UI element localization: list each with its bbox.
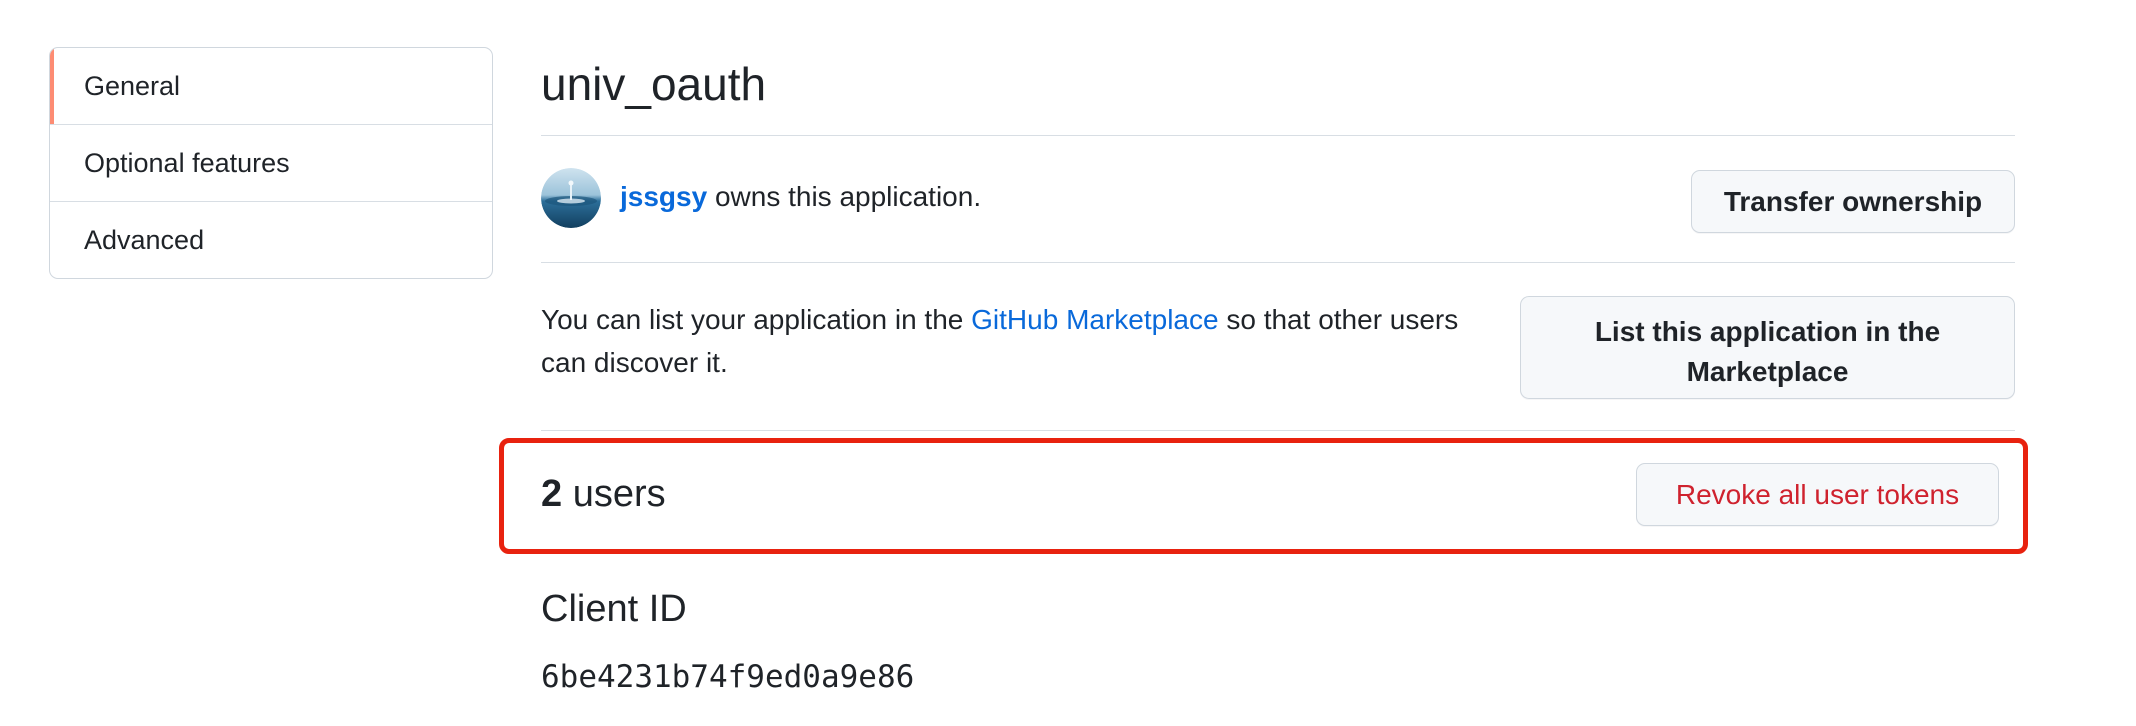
owner-username-link[interactable]: jssgsy [620, 181, 707, 212]
highlight-annotation-box [499, 438, 2028, 554]
marketplace-text-before: You can list your application in the [541, 304, 972, 335]
github-marketplace-link[interactable]: GitHub Marketplace [971, 304, 1218, 335]
avatar[interactable] [541, 168, 601, 228]
page-title: univ_oauth [541, 58, 767, 110]
sidebar-item-general[interactable]: General [50, 48, 492, 124]
marketplace-description: You can list your application in the Git… [541, 298, 1501, 384]
sidebar-item-advanced[interactable]: Advanced [50, 201, 492, 278]
page: General Optional features Advanced univ_… [0, 0, 2136, 726]
owner-text: jssgsy owns this application. [620, 179, 981, 215]
sidebar-item-label: General [84, 71, 181, 101]
sidebar-item-label: Advanced [84, 225, 205, 255]
divider [541, 135, 2015, 136]
owner-suffix-text: owns this application. [707, 181, 982, 212]
sidebar-item-label: Optional features [84, 148, 290, 178]
sidebar-item-optional-features[interactable]: Optional features [50, 124, 492, 201]
client-id-heading: Client ID [541, 588, 687, 630]
divider [541, 430, 2015, 431]
water-drop-avatar-icon [541, 168, 601, 228]
transfer-ownership-button[interactable]: Transfer ownership [1691, 170, 2015, 233]
divider [541, 262, 2015, 263]
client-id-value: 6be4231b74f9ed0a9e86 [541, 659, 915, 695]
settings-sidebar: General Optional features Advanced [49, 47, 493, 279]
list-in-marketplace-button[interactable]: List this application in the Marketplace [1520, 296, 2015, 399]
